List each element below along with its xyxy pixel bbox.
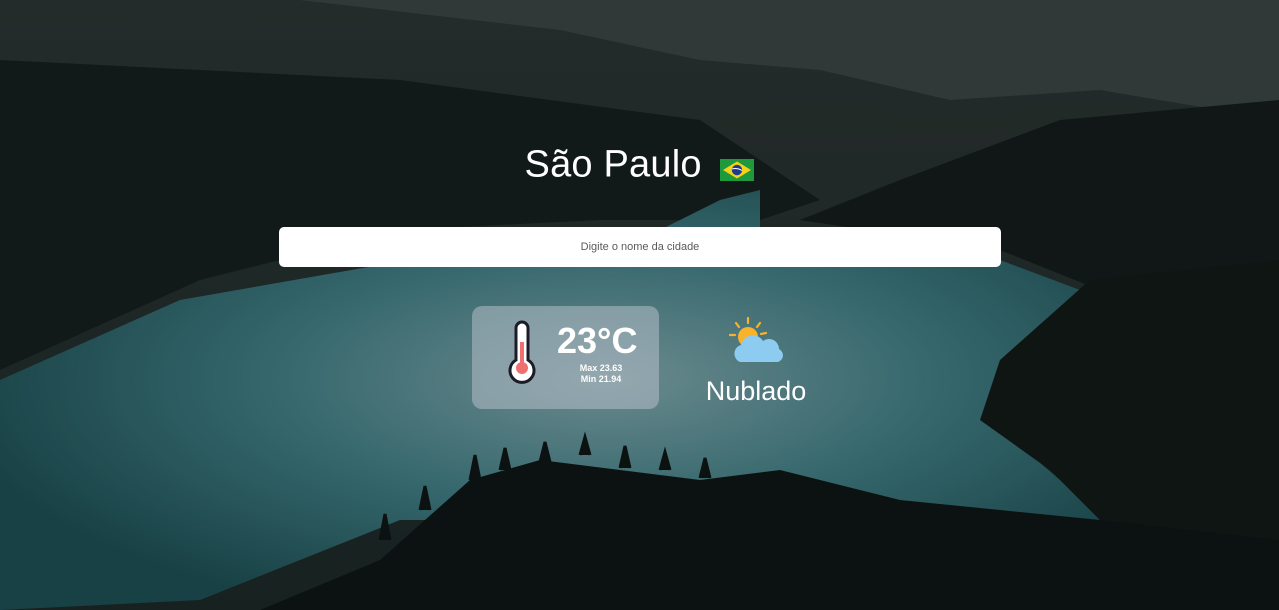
city-title: São Paulo [0, 142, 1279, 186]
temperature-range: Max 23.63 Min 21.94 [572, 363, 630, 385]
city-search-input[interactable] [279, 227, 1001, 267]
temperature-card: 23°C Max 23.63 Min 21.94 [472, 306, 659, 409]
background-landscape-image [0, 0, 1279, 610]
weather-condition-label: Nublado [705, 376, 807, 406]
current-temperature: 23°C [557, 320, 638, 361]
max-temperature: Max 23.63 [579, 363, 623, 373]
city-name: São Paulo [524, 143, 702, 186]
partly-cloudy-icon [726, 316, 786, 368]
brazil-flag-icon [720, 148, 755, 181]
min-temperature: Min 21.94 [580, 374, 622, 384]
thermometer-icon [505, 320, 539, 386]
